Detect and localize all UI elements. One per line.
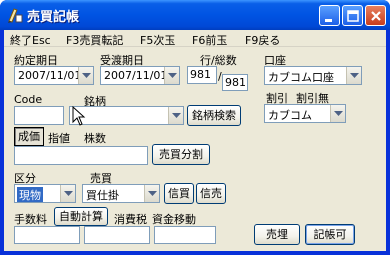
chevron-down-icon: [64, 191, 73, 196]
close-button[interactable]: [365, 5, 386, 26]
window-title: 売買記帳: [27, 10, 80, 25]
chevron-down-icon: [168, 73, 177, 78]
broker-select[interactable]: カブコム: [264, 104, 346, 123]
stock-name-dropdown[interactable]: [168, 107, 183, 124]
contract-date-dropdown[interactable]: [78, 67, 93, 84]
client-area: 終了Esc F3売買転記 F5次玉 F6前玉 F9戻る 約定期日 受渡期日 行/…: [4, 30, 386, 251]
trade-value: 買仕掛: [86, 189, 119, 202]
code-input[interactable]: [14, 106, 64, 125]
menu-prev[interactable]: F6前玉: [192, 32, 227, 48]
fee-label: 手数料: [14, 213, 47, 226]
fund-transfer-input[interactable]: [154, 226, 216, 244]
delivery-date-value: 2007/11/01: [104, 69, 168, 82]
chevron-down-icon: [82, 73, 91, 78]
stock-name-select[interactable]: [69, 106, 184, 125]
chevron-down-icon: [172, 113, 181, 118]
menu-next[interactable]: F5次玉: [140, 32, 175, 48]
contract-date-value: 2007/11/01: [18, 69, 82, 82]
account-value: カブコム口座: [268, 71, 334, 84]
bookable-button[interactable]: 記帳可: [305, 224, 355, 245]
menu-bar: 終了Esc F3売買転記 F5次玉 F6前玉 F9戻る: [4, 30, 386, 47]
delivery-date-dropdown[interactable]: [164, 67, 179, 84]
broker-dropdown[interactable]: [330, 105, 345, 122]
price-input[interactable]: [14, 146, 148, 165]
trade-dropdown[interactable]: [144, 185, 159, 202]
title-bar[interactable]: 売買記帳: [0, 0, 390, 30]
trade-split-button[interactable]: 売買分割: [152, 144, 210, 165]
shares-label: 株数: [84, 132, 106, 145]
category-value: 現物: [17, 187, 43, 202]
close-icon: [371, 11, 381, 21]
contract-date-select[interactable]: 2007/11/01: [14, 66, 94, 85]
credit-buy-button[interactable]: 信買: [164, 183, 194, 204]
chevron-down-icon: [334, 111, 343, 116]
trade-select[interactable]: 買仕掛: [82, 184, 160, 203]
code-label: Code: [14, 93, 43, 106]
menu-back[interactable]: F9戻る: [245, 32, 280, 48]
auto-calc-button[interactable]: 自動計算: [54, 207, 108, 226]
fund-transfer-label: 資金移動: [152, 213, 196, 226]
market-price-button[interactable]: 成価: [14, 127, 44, 146]
line-current-field[interactable]: 981: [187, 66, 217, 84]
maximize-button[interactable]: [342, 5, 363, 26]
app-icon: [8, 8, 23, 23]
category-dropdown[interactable]: [60, 185, 75, 202]
credit-sell-button[interactable]: 信売: [196, 183, 226, 204]
consumption-tax-label: 消費税: [114, 213, 147, 226]
app-window: 売買記帳 終了Esc F3売買転記 F5次玉 F6前玉 F9戻る 約定期日 受渡…: [0, 0, 390, 255]
consumption-tax-input[interactable]: [84, 226, 150, 244]
account-select[interactable]: カブコム口座: [264, 66, 362, 85]
menu-exit[interactable]: 終了Esc: [10, 32, 51, 48]
fee-input[interactable]: [14, 226, 80, 244]
mouse-pointer-icon: [72, 106, 86, 126]
maximize-icon: [347, 10, 359, 22]
stock-search-button[interactable]: 銘柄検索: [187, 105, 241, 126]
chevron-down-icon: [148, 191, 157, 196]
delivery-date-select[interactable]: 2007/11/01: [100, 66, 180, 85]
minimize-button[interactable]: [319, 5, 340, 26]
menu-trade-transfer[interactable]: F3売買転記: [66, 32, 123, 48]
minimize-icon: [325, 19, 332, 22]
category-select[interactable]: 現物: [14, 184, 76, 203]
line-total-field: 981: [222, 74, 248, 91]
account-dropdown[interactable]: [346, 67, 361, 84]
limit-price-label[interactable]: 指値: [48, 130, 70, 146]
broker-value: カブコム: [268, 109, 312, 122]
transfer-button[interactable]: 売埋: [254, 224, 300, 245]
chevron-down-icon: [350, 73, 359, 78]
